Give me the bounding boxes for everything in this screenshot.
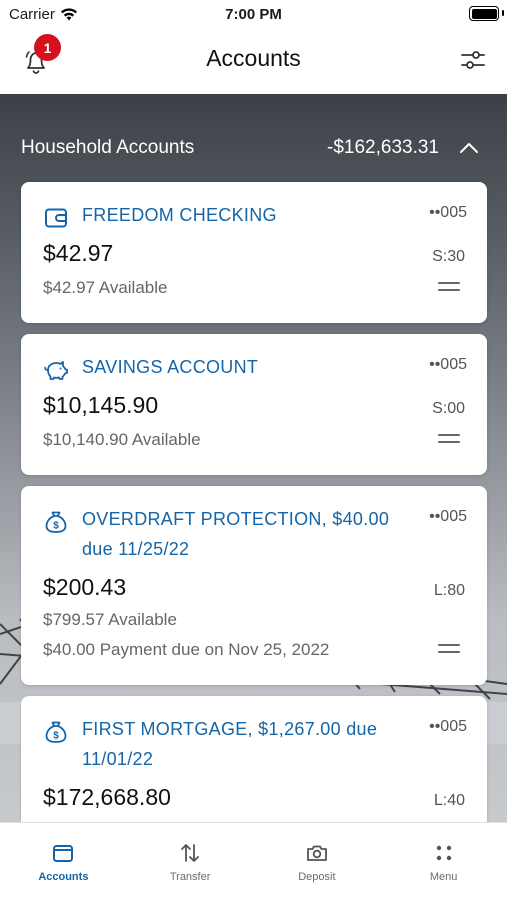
tab-accounts[interactable]: Accounts — [0, 823, 127, 900]
account-code: S:00 — [432, 400, 465, 417]
payment-due-text: $40.00 Payment due on Nov 25, 2022 — [43, 640, 330, 659]
tab-menu[interactable]: Menu — [380, 823, 507, 900]
wallet-icon — [45, 208, 67, 228]
clock: 7:00 PM — [225, 6, 282, 23]
drag-handle[interactable] — [438, 282, 460, 292]
account-card-freedom-checking[interactable]: FREEDOM CHECKING ••005 $42.97 S:30 $42.9… — [21, 182, 487, 323]
account-balance: $172,668.80 — [43, 784, 171, 810]
money-bag-icon: $ — [45, 511, 67, 533]
camera-icon — [306, 845, 327, 861]
account-mask: ••005 — [429, 718, 467, 735]
account-name[interactable]: FIRST MORTGAGE, $1,267.00 due 11/01/22 — [82, 714, 467, 774]
tab-label: Accounts — [38, 871, 89, 883]
available-balance: $799.57 Available — [43, 610, 177, 629]
account-card-overdraft-protection[interactable]: $ OVERDRAFT PROTECTION, $40.00 due 11/25… — [21, 486, 487, 685]
tab-label: Transfer — [169, 871, 211, 883]
account-card-first-mortgage[interactable]: $ FIRST MORTGAGE, $1,267.00 due 11/01/22… — [21, 696, 487, 822]
battery-tip — [502, 10, 504, 16]
account-card-savings[interactable]: SAVINGS ACCOUNT ••005 $10,145.90 S:00 $1… — [21, 334, 487, 475]
account-mask: ••005 — [429, 356, 467, 373]
available-balance: $42.97 Available — [43, 278, 168, 297]
account-code: S:30 — [432, 248, 465, 265]
nav-bar: 1 Accounts — [0, 30, 507, 94]
transfer-arrows-icon — [181, 844, 200, 862]
svg-text:$: $ — [53, 521, 59, 532]
tab-bar: Accounts Transfer Deposit Menu — [0, 822, 507, 900]
sliders-icon — [461, 51, 485, 69]
account-balance: $10,145.90 — [43, 392, 159, 418]
household-accounts-header[interactable]: Household Accounts -$162,633.31 — [21, 134, 479, 162]
account-code: L:80 — [433, 582, 465, 599]
svg-text:$: $ — [53, 731, 59, 742]
available-balance: $10,140.90 Available — [43, 430, 201, 449]
account-balance: $42.97 — [43, 240, 114, 266]
account-name[interactable]: OVERDRAFT PROTECTION, $40.00 due 11/25/2… — [82, 504, 467, 564]
grid-dots-icon — [436, 845, 451, 861]
account-mask: ••005 — [429, 204, 467, 221]
group-title: Household Accounts — [21, 137, 195, 158]
account-name[interactable]: SAVINGS ACCOUNT — [82, 352, 467, 382]
account-name[interactable]: FREEDOM CHECKING — [82, 200, 467, 230]
battery-icon — [469, 6, 499, 21]
drag-handle[interactable] — [438, 434, 460, 444]
tab-label: Menu — [429, 871, 458, 883]
status-bar: Carrier 7:00 PM — [0, 0, 507, 30]
chevron-up-icon[interactable] — [459, 142, 479, 154]
accounts-background: Household Accounts -$162,633.31 FREEDOM … — [0, 94, 507, 822]
tab-label: Deposit — [298, 871, 336, 883]
account-code: L:40 — [433, 792, 465, 809]
filter-button[interactable] — [459, 46, 487, 74]
tab-transfer[interactable]: Transfer — [127, 823, 254, 900]
wallet-icon — [53, 845, 74, 862]
drag-handle[interactable] — [438, 644, 460, 654]
tab-deposit[interactable]: Deposit — [254, 823, 381, 900]
group-total: -$162,633.31 — [327, 137, 439, 158]
piggy-bank-icon — [44, 361, 68, 380]
money-bag-icon: $ — [45, 721, 67, 743]
account-mask: ••005 — [429, 508, 467, 525]
account-balance: $200.43 — [43, 574, 127, 600]
page-title: Accounts — [206, 45, 301, 71]
